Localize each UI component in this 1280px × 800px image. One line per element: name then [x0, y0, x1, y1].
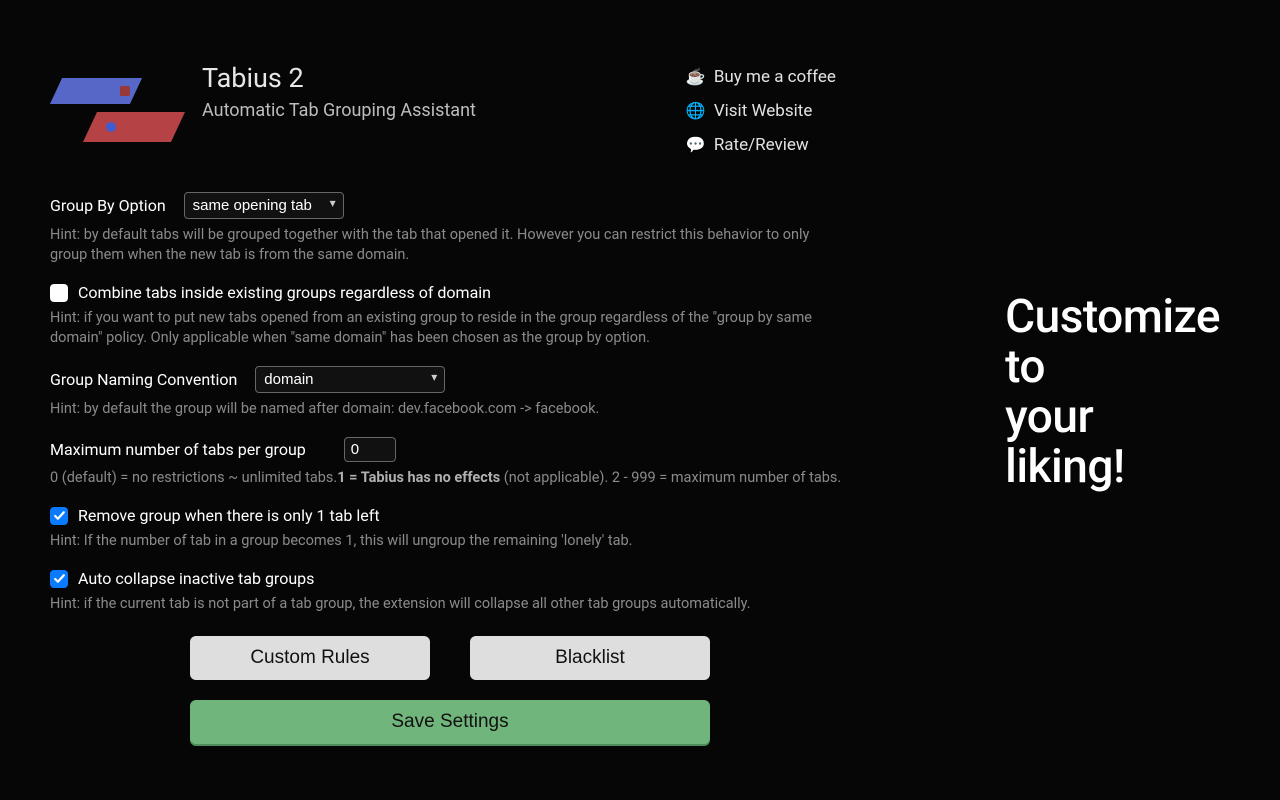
header: Tabius 2 Automatic Tab Grouping Assistan… [0, 0, 1280, 162]
buy-coffee-label: Buy me a coffee [714, 67, 836, 87]
globe-icon: 🌐 [686, 101, 706, 120]
combine-hint: Hint: if you want to put new tabs opened… [50, 308, 850, 348]
naming-hint: Hint: by default the group will be named… [50, 399, 850, 419]
custom-rules-button[interactable]: Custom Rules [190, 636, 430, 680]
blacklist-button[interactable]: Blacklist [470, 636, 710, 680]
max-tabs-hint: 0 (default) = no restrictions ~ unlimite… [50, 468, 850, 488]
max-tabs-label: Maximum number of tabs per group [50, 440, 306, 459]
naming-select[interactable]: domain [255, 366, 445, 393]
auto-collapse-checkbox[interactable] [50, 570, 68, 588]
app-logo [50, 62, 178, 142]
auto-collapse-hint: Hint: if the current tab is not part of … [50, 594, 850, 614]
group-by-select[interactable]: same opening tab [184, 192, 344, 219]
rate-review-link[interactable]: 💬 Rate/Review [686, 128, 836, 162]
aside-tagline: Customize to your liking! [1005, 292, 1220, 492]
buy-coffee-link[interactable]: ☕ Buy me a coffee [686, 60, 836, 94]
combine-checkbox[interactable] [50, 284, 68, 302]
app-title: Tabius 2 [202, 62, 476, 94]
visit-website-label: Visit Website [714, 101, 813, 121]
remove-lonely-hint: Hint: If the number of tab in a group be… [50, 531, 850, 551]
header-links: ☕ Buy me a coffee 🌐 Visit Website 💬 Rate/Re… [686, 60, 836, 162]
rate-review-label: Rate/Review [714, 135, 809, 155]
naming-label: Group Naming Convention [50, 370, 237, 389]
settings-panel: Group By Option same opening tab Hint: b… [0, 162, 900, 744]
remove-lonely-label: Remove group when there is only 1 tab le… [78, 506, 380, 525]
remove-lonely-checkbox[interactable] [50, 507, 68, 525]
max-tabs-input[interactable] [344, 437, 396, 462]
save-settings-button[interactable]: Save Settings [190, 700, 710, 744]
combine-label: Combine tabs inside existing groups rega… [78, 283, 491, 302]
speech-icon: 💬 [686, 135, 706, 154]
app-subtitle: Automatic Tab Grouping Assistant [202, 100, 476, 121]
group-by-hint: Hint: by default tabs will be grouped to… [50, 225, 850, 265]
coffee-icon: ☕ [686, 67, 706, 86]
auto-collapse-label: Auto collapse inactive tab groups [78, 569, 314, 588]
visit-website-link[interactable]: 🌐 Visit Website [686, 94, 836, 128]
group-by-label: Group By Option [50, 196, 166, 215]
